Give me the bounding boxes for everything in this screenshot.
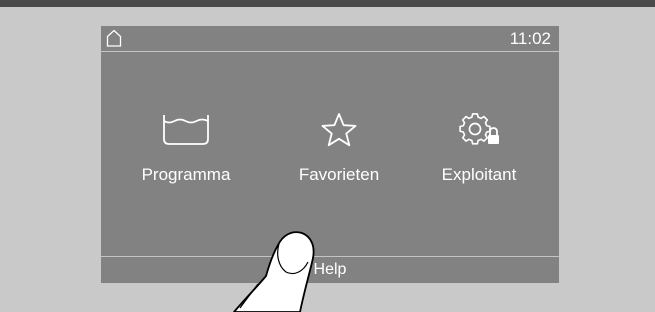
gear-lock-icon <box>459 113 499 145</box>
help-button[interactable]: Help <box>101 257 559 283</box>
menu-item-exploitant-label: Exploitant <box>441 165 517 184</box>
menu-item-exploitant[interactable]: Exploitant <box>419 111 539 191</box>
help-label: Help <box>313 261 347 278</box>
home-icon[interactable] <box>106 29 122 47</box>
top-frame-bar <box>0 0 655 7</box>
status-divider <box>101 51 559 52</box>
star-icon <box>321 113 357 147</box>
status-bar: 11:02 <box>101 26 559 51</box>
menu-item-favorieten[interactable]: Favorieten <box>279 111 399 191</box>
menu-item-favorieten-label: Favorieten <box>298 165 380 184</box>
menu-item-programma[interactable]: Programma <box>126 111 246 191</box>
menu-item-programma-label: Programma <box>141 165 231 184</box>
clock-time: 11:02 <box>509 29 551 48</box>
control-panel-display: 11:02 Programma Favorieten Exploitant He… <box>101 26 559 283</box>
wash-tub-icon <box>163 115 209 145</box>
